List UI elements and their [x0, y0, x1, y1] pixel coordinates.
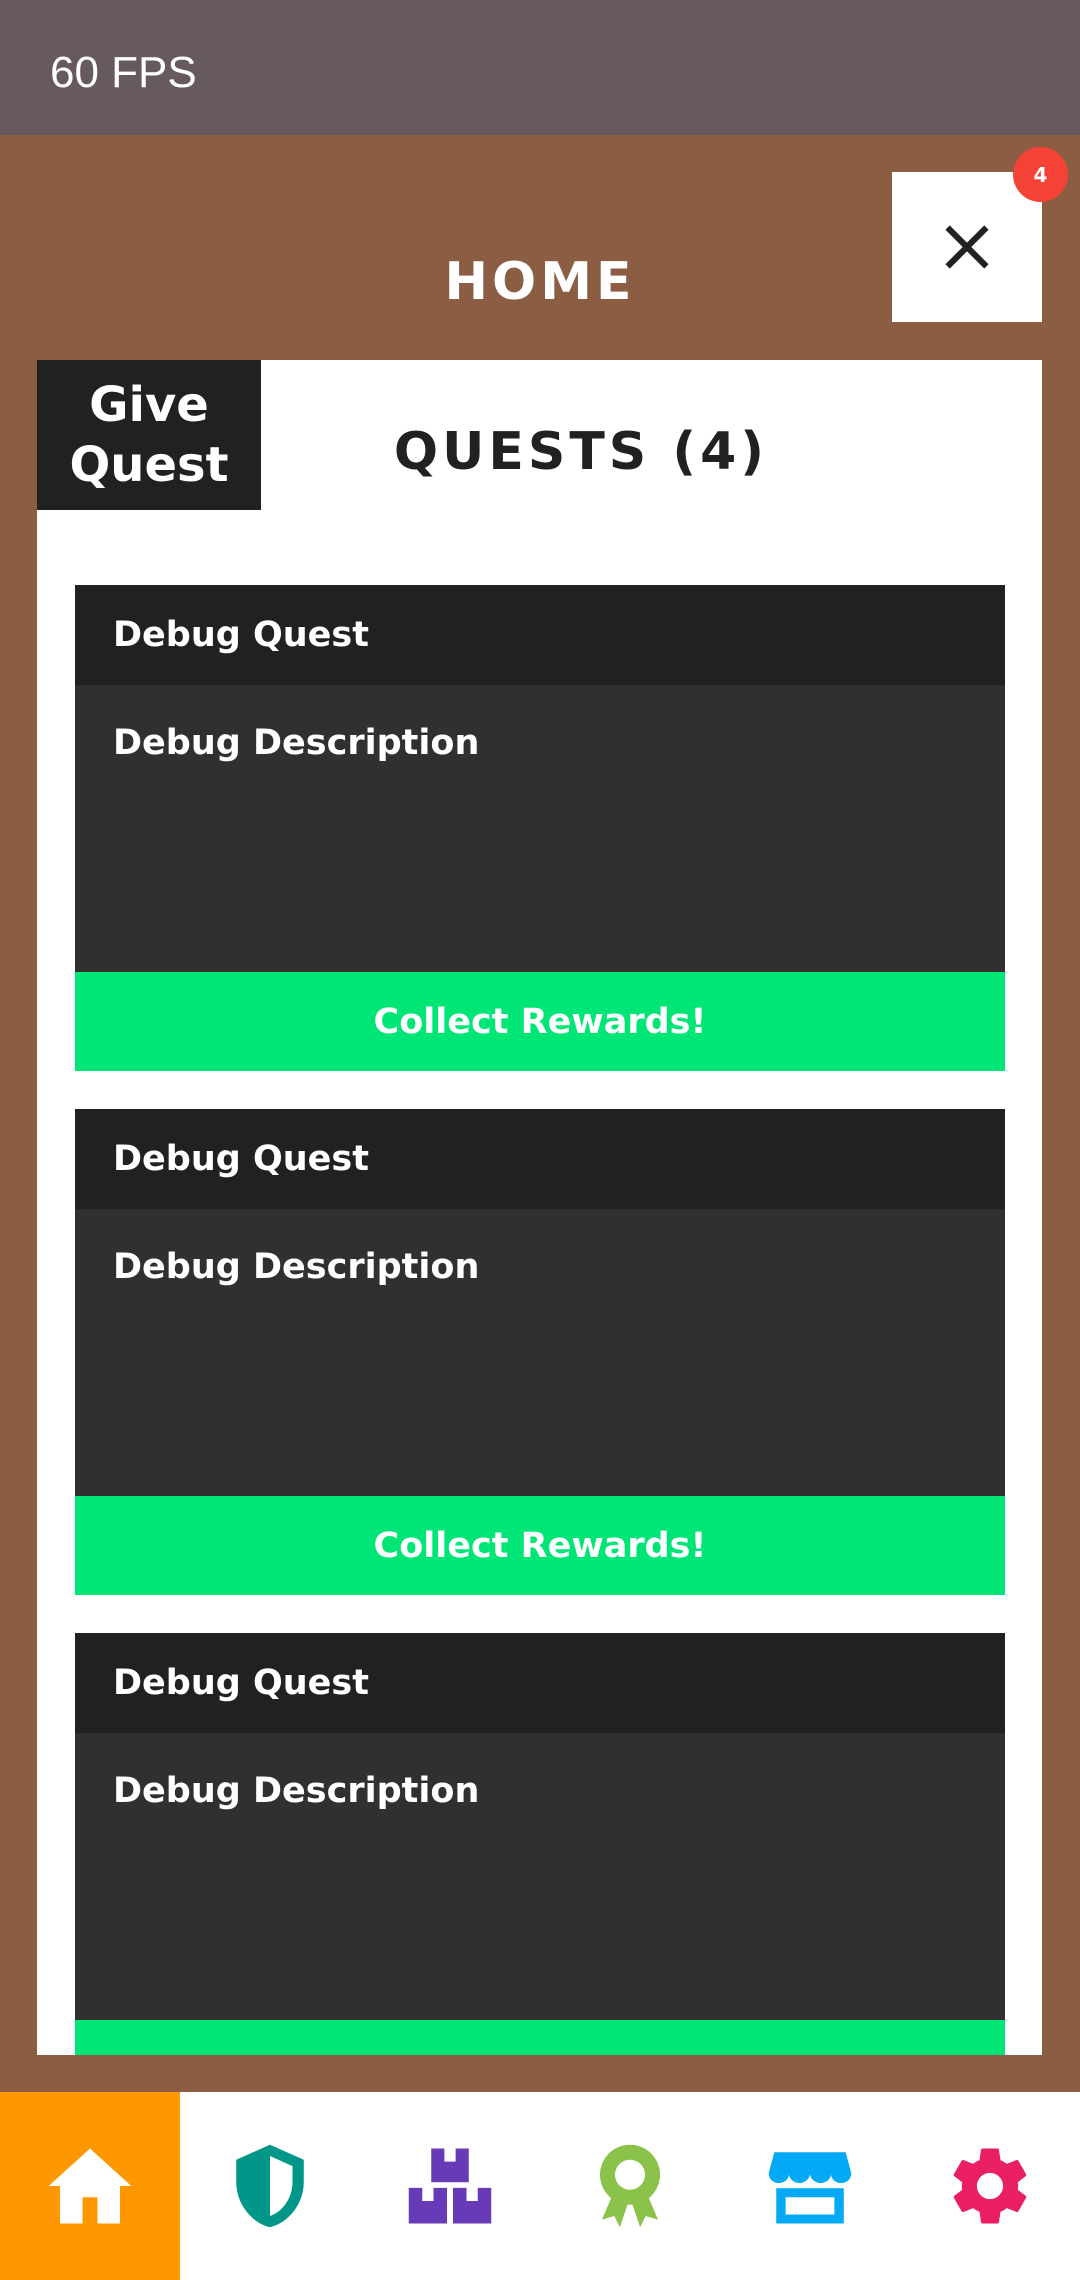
nav-achievements[interactable]	[540, 2092, 720, 2280]
quest-card: Debug Quest Debug Description Collect Re…	[75, 585, 1005, 1071]
quest-title: Debug Quest	[75, 1109, 1005, 1209]
gear-icon	[953, 2148, 1027, 2224]
quest-list: Debug Quest Debug Description Collect Re…	[75, 585, 1005, 2055]
quest-card: Debug Quest Debug Description Collect Re…	[75, 1109, 1005, 1595]
status-bar: 60 FPS	[0, 0, 1080, 135]
nav-home[interactable]	[0, 2092, 180, 2280]
nav-settings[interactable]	[900, 2092, 1080, 2280]
quest-title: Debug Quest	[75, 1633, 1005, 1733]
give-quest-label-line: Give Quest	[69, 377, 229, 493]
close-button[interactable]	[892, 172, 1042, 322]
bottom-nav	[0, 2092, 1080, 2280]
boxes-icon	[408, 2148, 492, 2224]
nav-guild[interactable]	[180, 2092, 360, 2280]
close-icon	[945, 225, 989, 269]
award-icon	[600, 2144, 660, 2228]
fps-counter: 60 FPS	[50, 48, 197, 97]
quests-heading: QUESTS (4)	[393, 422, 769, 482]
notification-badge: 4	[1013, 147, 1068, 202]
shield-icon	[236, 2144, 304, 2228]
quest-description: Debug Description	[75, 685, 1005, 972]
quest-description: Debug Description	[75, 1733, 1005, 2020]
quest-description: Debug Description	[75, 1209, 1005, 1496]
give-quest-button[interactable]: Give Quest	[37, 360, 261, 510]
store-icon	[768, 2152, 852, 2224]
quest-title: Debug Quest	[75, 585, 1005, 685]
collect-rewards-button[interactable]	[75, 2020, 1005, 2055]
home-icon	[48, 2148, 132, 2224]
give-quest-label: Give Quest	[69, 375, 228, 495]
nav-shop[interactable]	[720, 2092, 900, 2280]
collect-rewards-button[interactable]: Collect Rewards!	[75, 972, 1005, 1071]
quests-panel: Give Quest QUESTS (4) Debug Quest Debug …	[37, 360, 1042, 2055]
nav-inventory[interactable]	[360, 2092, 540, 2280]
collect-rewards-button[interactable]: Collect Rewards!	[75, 1496, 1005, 1595]
quest-card: Debug Quest Debug Description	[75, 1633, 1005, 2055]
